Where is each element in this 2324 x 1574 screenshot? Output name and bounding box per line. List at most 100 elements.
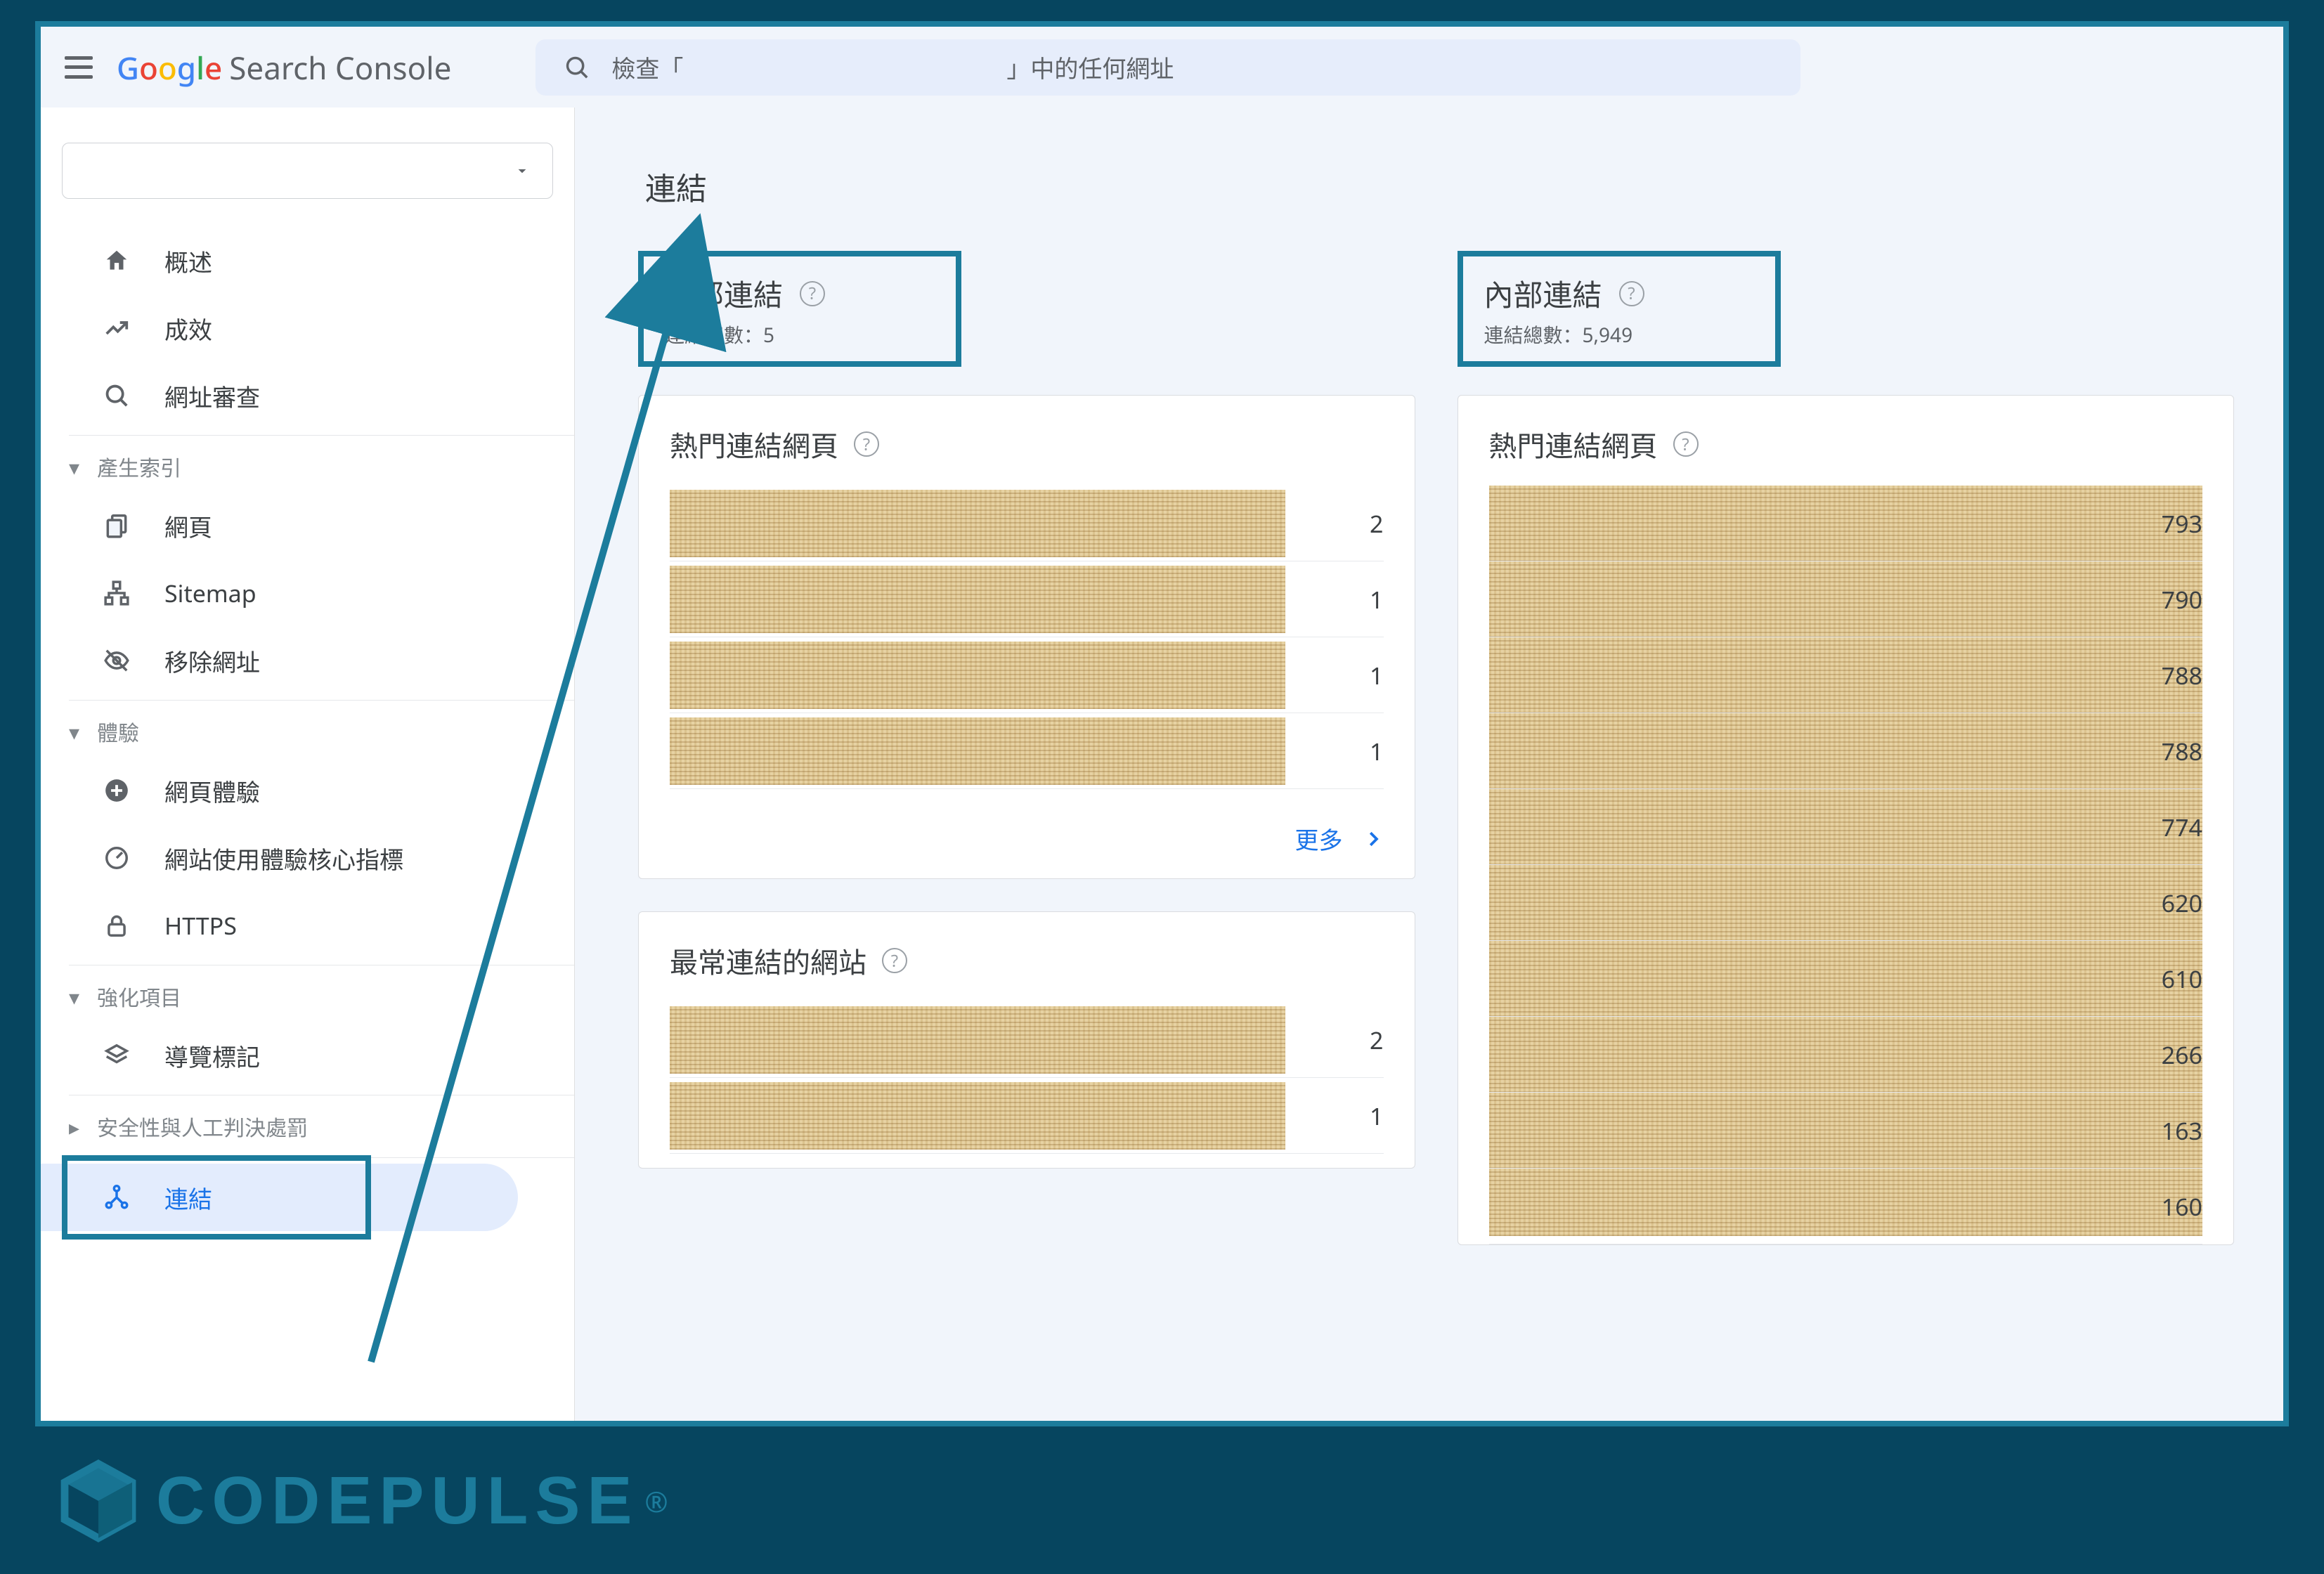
trending-icon xyxy=(97,315,136,342)
sidebar-item-label: 網頁 xyxy=(164,509,212,543)
sidebar-item-label: 連結 xyxy=(164,1180,212,1215)
caret-right-icon: ▸ xyxy=(69,1112,89,1141)
card-title: 熱門連結網頁 xyxy=(1489,424,1658,464)
sidebar-group-enhancements[interactable]: ▾ 強化項目 xyxy=(41,971,574,1022)
topbar: Google Search Console 檢查「 」中的任何網址 xyxy=(41,27,2283,108)
sidebar-item-breadcrumbs[interactable]: 導覽標記 xyxy=(41,1022,518,1089)
table-row[interactable]: 790 xyxy=(1489,561,2203,637)
layers-icon xyxy=(97,1042,136,1069)
sidebar-item-pages[interactable]: 網頁 xyxy=(41,492,518,559)
product-name: Search Console xyxy=(229,46,451,89)
external-total-label: 連結總數： xyxy=(665,322,763,349)
row-value: 1 xyxy=(1285,1100,1384,1132)
sidebar-item-performance[interactable]: 成效 xyxy=(41,294,518,362)
lock-icon xyxy=(97,912,136,939)
sidebar-group-indexing[interactable]: ▾ 產生索引 xyxy=(41,441,574,492)
sidebar-item-label: 網頁體驗 xyxy=(164,774,260,808)
sidebar-item-removals[interactable]: 移除網址 xyxy=(41,627,518,694)
table-row[interactable]: 163 xyxy=(1489,1093,2203,1169)
sidebar-item-label: 導覽標記 xyxy=(164,1039,260,1073)
help-icon[interactable]: ? xyxy=(854,431,879,457)
search-prefix: 檢查「 xyxy=(611,50,683,84)
row-value: 788 xyxy=(2162,659,2202,691)
sidebar-group-label: 安全性與人工判決處罰 xyxy=(97,1111,308,1142)
internal-top-pages-card: 熱門連結網頁 ? 793 790 788 788 774 620610 266 163 160 xyxy=(1458,395,2235,1245)
table-row[interactable]: 1 xyxy=(670,1078,1384,1154)
table-row[interactable]: 2 xyxy=(670,486,1384,561)
sidebar-item-label: 成效 xyxy=(164,311,212,346)
row-value: 793 xyxy=(2162,507,2202,540)
card-title: 熱門連結網頁 xyxy=(670,424,838,464)
external-links-column: 外部連結 ? 連結總數：5 熱門連結網頁 ? 2111 更多 xyxy=(638,251,1415,1277)
redacted-cell xyxy=(670,1006,1285,1074)
help-icon[interactable]: ? xyxy=(1673,431,1699,457)
table-row[interactable]: 1 xyxy=(670,637,1384,713)
help-icon[interactable]: ? xyxy=(882,948,907,973)
sidebar-item-label: 移除網址 xyxy=(164,644,260,678)
menu-icon[interactable] xyxy=(62,51,96,84)
table-row[interactable]: 1 xyxy=(670,713,1384,789)
external-links-title: 外部連結 xyxy=(665,272,783,315)
sidebar-item-label: Sitemap xyxy=(164,577,257,609)
row-value: 2 xyxy=(1285,507,1384,540)
table-row[interactable]: 620 xyxy=(1489,865,2203,941)
row-value: 788 xyxy=(2162,735,2202,767)
caret-down-icon: ▾ xyxy=(69,717,89,746)
redacted-cell xyxy=(670,566,1285,633)
help-icon[interactable]: ? xyxy=(800,281,825,306)
sidebar-item-label: 網站使用體驗核心指標 xyxy=(164,841,403,876)
sidebar-group-label: 體驗 xyxy=(97,716,139,747)
table-row[interactable]: 610 xyxy=(1489,941,2203,1017)
sidebar-item-label: 網址審查 xyxy=(164,379,260,413)
links-icon xyxy=(97,1184,136,1211)
redacted-cell xyxy=(670,717,1285,785)
search-icon xyxy=(97,382,136,409)
table-row[interactable]: 266 xyxy=(1489,1017,2203,1093)
row-value: 163 xyxy=(2162,1114,2202,1147)
sidebar-group-experience[interactable]: ▾ 體驗 xyxy=(41,706,574,757)
caret-down-icon: ▾ xyxy=(69,453,89,481)
table-row[interactable]: 1 xyxy=(670,561,1384,637)
circle-plus-icon xyxy=(97,777,136,804)
property-selector[interactable] xyxy=(62,143,553,199)
external-top-sites-card: 最常連結的網站 ? 2 1 xyxy=(638,911,1415,1169)
search-suffix: 」中的任何網址 xyxy=(1006,50,1174,84)
caret-down-icon xyxy=(513,162,531,180)
eye-off-icon xyxy=(97,647,136,674)
sidebar-item-https[interactable]: HTTPS xyxy=(41,892,518,959)
pages-icon xyxy=(97,512,136,539)
more-label: 更多 xyxy=(1295,821,1343,856)
row-value: 266 xyxy=(2162,1039,2202,1071)
row-value: 160 xyxy=(2162,1190,2202,1223)
sidebar-item-page-experience[interactable]: 網頁體驗 xyxy=(41,757,518,824)
table-row[interactable]: 788 xyxy=(1489,713,2203,789)
sidebar-item-label: HTTPS xyxy=(164,909,237,942)
brand-logo-icon xyxy=(56,1459,141,1543)
sidebar-item-links[interactable]: 連結 xyxy=(41,1164,518,1231)
table-row[interactable]: 793 xyxy=(1489,486,2203,561)
google-logo: Google Search Console xyxy=(117,46,451,89)
external-top-pages-card: 熱門連結網頁 ? 2111 更多 xyxy=(638,395,1415,879)
sidebar-item-sitemap[interactable]: Sitemap xyxy=(41,559,518,627)
caret-down-icon: ▾ xyxy=(69,982,89,1011)
table-row[interactable]: 788 xyxy=(1489,637,2203,713)
sidebar-item-core-web-vitals[interactable]: 網站使用體驗核心指標 xyxy=(41,824,518,892)
gauge-icon xyxy=(97,845,136,871)
search-input[interactable]: 檢查「 」中的任何網址 xyxy=(535,39,1800,96)
card-title: 最常連結的網站 xyxy=(670,940,866,981)
more-link[interactable]: 更多 xyxy=(639,803,1415,878)
sidebar-group-security[interactable]: ▸ 安全性與人工判決處罰 xyxy=(41,1101,574,1152)
table-row[interactable]: 774 xyxy=(1489,789,2203,865)
sidebar-item-url-inspect[interactable]: 網址審查 xyxy=(41,362,518,429)
app-frame: Google Search Console 檢查「 」中的任何網址 概述 成效 … xyxy=(35,21,2289,1426)
home-icon xyxy=(97,247,136,274)
row-value: 774 xyxy=(2162,811,2202,843)
sidebar-item-overview[interactable]: 概述 xyxy=(41,227,518,294)
search-icon xyxy=(564,54,590,81)
table-row[interactable]: 2 xyxy=(670,1002,1384,1078)
external-links-header: 外部連結 ? 連結總數：5 xyxy=(638,251,961,367)
table-row[interactable]: 160 xyxy=(1489,1169,2203,1244)
help-icon[interactable]: ? xyxy=(1619,281,1644,306)
sidebar-group-label: 強化項目 xyxy=(97,981,181,1012)
main-content: 連結 外部連結 ? 連結總數：5 熱門連結網頁 ? xyxy=(575,108,2283,1421)
